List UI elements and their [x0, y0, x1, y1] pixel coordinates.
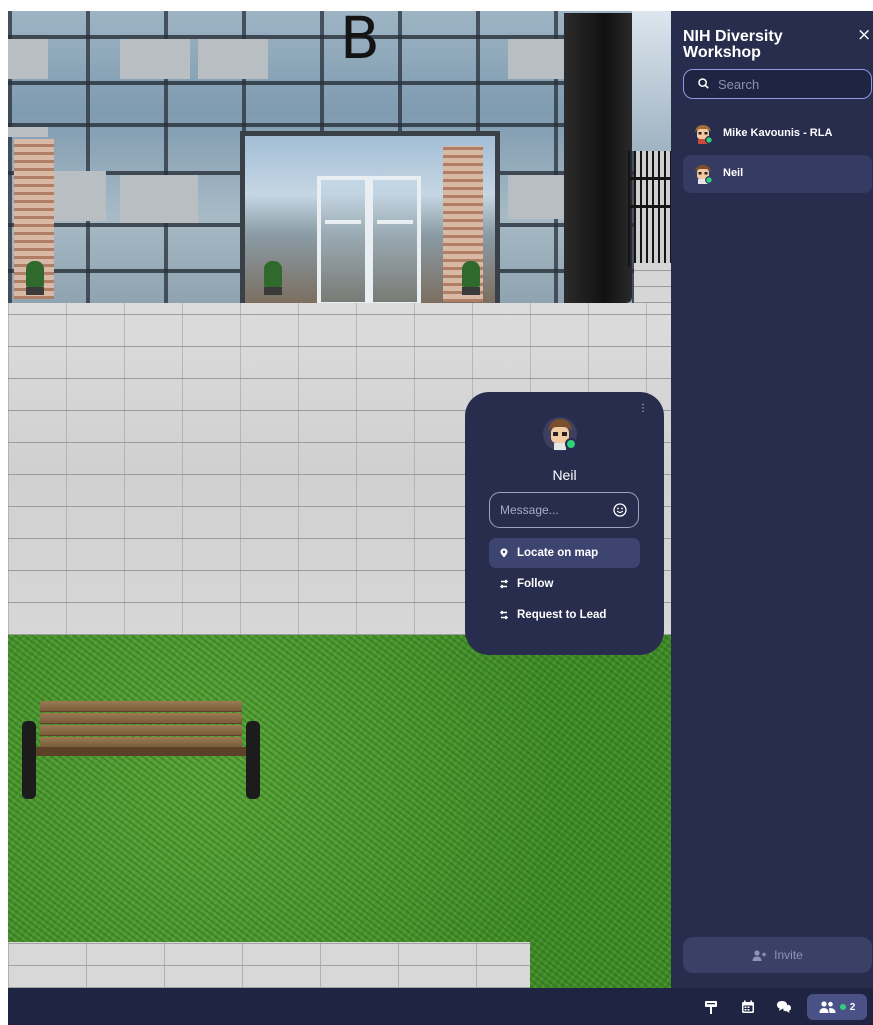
potted-plant [462, 261, 480, 287]
wall-panel [8, 39, 48, 79]
stone-pavement [634, 263, 671, 303]
search-input[interactable] [718, 74, 863, 94]
wall-panel [508, 175, 564, 219]
search-box[interactable] [683, 69, 872, 99]
emoji-icon[interactable] [613, 503, 627, 517]
iron-fence [628, 151, 671, 267]
more-options-icon[interactable]: ⋮ [638, 404, 648, 414]
request-to-lead-button[interactable]: Request to Lead [489, 600, 640, 630]
chat-icon[interactable] [776, 1000, 792, 1014]
add-user-icon [752, 949, 767, 961]
potted-plant [26, 261, 44, 287]
calendar-icon[interactable] [740, 1000, 756, 1014]
close-icon[interactable]: × [857, 27, 871, 44]
wall-panel [48, 171, 106, 221]
action-label: Locate on map [517, 547, 599, 559]
locate-on-map-button[interactable]: Locate on map [489, 538, 640, 568]
dark-pillar [564, 13, 632, 303]
user-avatar [543, 417, 577, 451]
building-band [8, 81, 634, 85]
plant-pot [462, 287, 480, 295]
follow-icon [499, 579, 509, 589]
wall-panel [120, 39, 190, 79]
glass-door-left [317, 176, 369, 306]
bottom-toolbar: 2 [8, 988, 873, 1025]
online-indicator [839, 1004, 846, 1010]
plant-pot [264, 287, 282, 295]
glass-door-right [369, 176, 421, 306]
user-profile-popup: ⋮ Neil Locate on map Follow [465, 392, 664, 655]
space-title: NIH Diversity Workshop [683, 28, 783, 61]
participants-sidebar: NIH Diversity Workshop × Mike Kavounis -… [671, 11, 873, 988]
participants-toggle-button[interactable]: 2 [807, 994, 867, 1020]
participant-name: Neil [723, 167, 744, 179]
people-icon [819, 1001, 836, 1013]
invite-button[interactable]: Invite [683, 937, 872, 973]
grass-lawn [8, 635, 671, 988]
stone-pavement-bottom [8, 942, 530, 988]
request-to-lead-icon [499, 610, 509, 620]
building-band [8, 123, 634, 127]
park-bench[interactable] [22, 699, 262, 799]
action-label: Request to Lead [517, 609, 607, 621]
user-avatar [695, 165, 713, 184]
participant-row[interactable]: Mike Kavounis - RLA [683, 115, 872, 153]
message-field[interactable] [489, 492, 639, 528]
participant-count: 2 [849, 1001, 856, 1013]
wall-panel [198, 39, 268, 79]
plant-pot [26, 287, 44, 295]
sky-gap [632, 11, 671, 151]
map-pin-icon [500, 548, 508, 558]
participant-name: Mike Kavounis - RLA [723, 127, 833, 139]
invite-label: Invite [774, 948, 803, 962]
search-icon [698, 78, 709, 89]
wall-panel [8, 127, 48, 137]
participant-row[interactable]: Neil [683, 155, 872, 193]
potted-plant [264, 261, 282, 287]
action-label: Follow [517, 578, 554, 590]
message-input[interactable] [500, 501, 610, 519]
wall-panel [120, 175, 198, 223]
popup-user-name: Neil [552, 467, 577, 483]
wall-panel [508, 39, 564, 79]
user-avatar [695, 125, 713, 144]
building-letter: B [340, 11, 380, 72]
sign-post-icon[interactable] [703, 1000, 719, 1014]
building: B [8, 11, 634, 306]
follow-button[interactable]: Follow [489, 569, 640, 599]
